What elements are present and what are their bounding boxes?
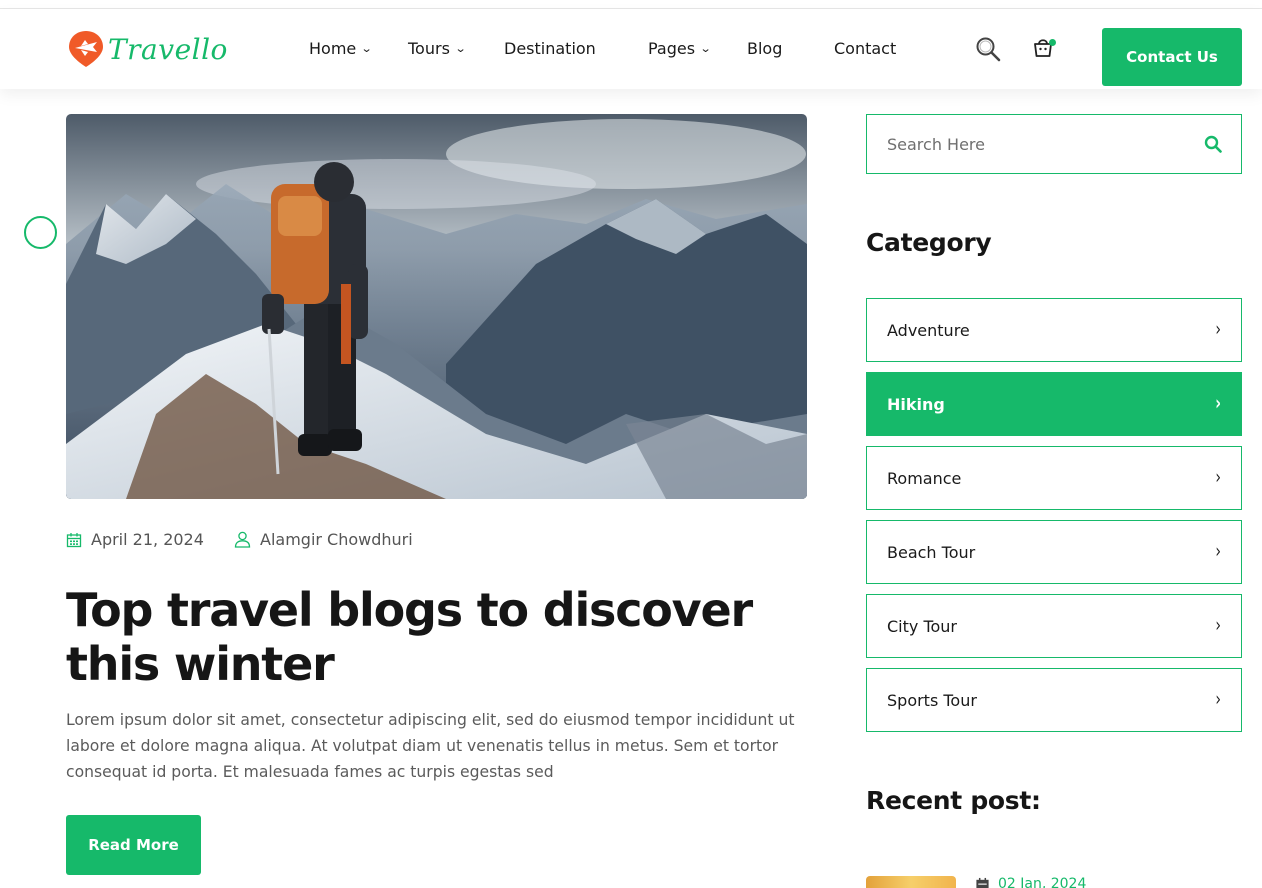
category-item-sports-tour[interactable]: Sports Tour › <box>866 668 1242 732</box>
chevron-down-icon: ⌄ <box>360 42 373 55</box>
search-icon <box>976 37 1001 62</box>
calendar-icon <box>976 877 989 888</box>
category-label: City Tour <box>887 616 958 636</box>
category-label: Beach Tour <box>887 542 976 562</box>
mountain-hiker-image <box>66 114 807 499</box>
nav-item-pages[interactable]: Pages ⌄ <box>648 39 712 58</box>
post-excerpt: Lorem ipsum dolor sit amet, consectetur … <box>66 711 795 781</box>
post-author[interactable]: Alamgir Chowdhuri <box>234 530 413 549</box>
category-item-adventure[interactable]: Adventure › <box>866 298 1242 362</box>
sidebar-search <box>866 114 1242 174</box>
nav-item-destination[interactable]: Destination <box>504 39 596 58</box>
category-label: Hiking <box>887 394 945 414</box>
nav-item-tours[interactable]: Tours ⌄ <box>408 39 467 58</box>
category-label: Romance <box>887 468 962 488</box>
recent-post-date-text: 02 Jan, 2024 <box>998 876 1087 888</box>
cart-badge-dot <box>1049 39 1056 46</box>
category-heading: Category <box>866 228 992 257</box>
recent-post-heading: Recent post: <box>866 786 1041 815</box>
nav-item-blog[interactable]: Blog <box>747 39 782 58</box>
category-label: Sports Tour <box>887 690 977 710</box>
recent-post-thumbnail[interactable] <box>866 876 956 888</box>
category-item-beach-tour[interactable]: Beach Tour › <box>866 520 1242 584</box>
nav-item-label: Home <box>309 39 357 58</box>
chevron-right-icon: › <box>1215 466 1221 490</box>
chevron-right-icon: › <box>1215 318 1221 342</box>
site-header: Travello Home ⌄ Tours ⌄ Destination Page… <box>0 9 1262 89</box>
read-more-button[interactable]: Read More <box>66 815 201 875</box>
chevron-right-icon: › <box>1215 614 1221 638</box>
search-icon[interactable] <box>1204 135 1222 153</box>
post-author-name: Alamgir Chowdhuri <box>260 530 413 549</box>
nav-item-label: Blog <box>747 39 783 58</box>
brand-name: Travello <box>108 32 228 66</box>
post-date: April 21, 2024 <box>66 530 204 549</box>
plane-location-logo-icon <box>69 31 103 67</box>
chevron-down-icon: ⌄ <box>699 42 712 55</box>
recent-post-date: 02 Jan, 2024 <box>975 876 1086 888</box>
nav-item-home[interactable]: Home ⌄ <box>309 39 373 58</box>
category-item-hiking[interactable]: Hiking › <box>866 372 1242 436</box>
brand-logo[interactable]: Travello <box>66 29 228 69</box>
user-icon <box>234 531 251 548</box>
post-title[interactable]: Top travel blogs to discover this winter <box>66 583 786 691</box>
post-date-text: April 21, 2024 <box>91 530 204 549</box>
decorative-circle <box>24 216 57 249</box>
category-item-romance[interactable]: Romance › <box>866 446 1242 510</box>
nav-item-label: Tours <box>408 39 450 58</box>
contact-us-button[interactable]: Contact Us <box>1102 28 1242 86</box>
nav-item-label: Contact <box>834 39 897 58</box>
header-search-button[interactable] <box>975 36 1001 62</box>
chevron-right-icon: › <box>1215 540 1221 564</box>
chevron-down-icon: ⌄ <box>454 42 467 55</box>
search-input[interactable] <box>887 134 1187 154</box>
calendar-icon <box>66 532 82 547</box>
nav-item-contact[interactable]: Contact <box>834 39 896 58</box>
category-label: Adventure <box>887 320 970 340</box>
nav-item-label: Pages <box>648 39 696 58</box>
nav-item-label: Destination <box>504 39 596 58</box>
chevron-right-icon: › <box>1215 688 1221 712</box>
post-featured-image[interactable] <box>66 114 807 499</box>
chevron-right-icon: › <box>1215 392 1221 416</box>
category-item-city-tour[interactable]: City Tour › <box>866 594 1242 658</box>
